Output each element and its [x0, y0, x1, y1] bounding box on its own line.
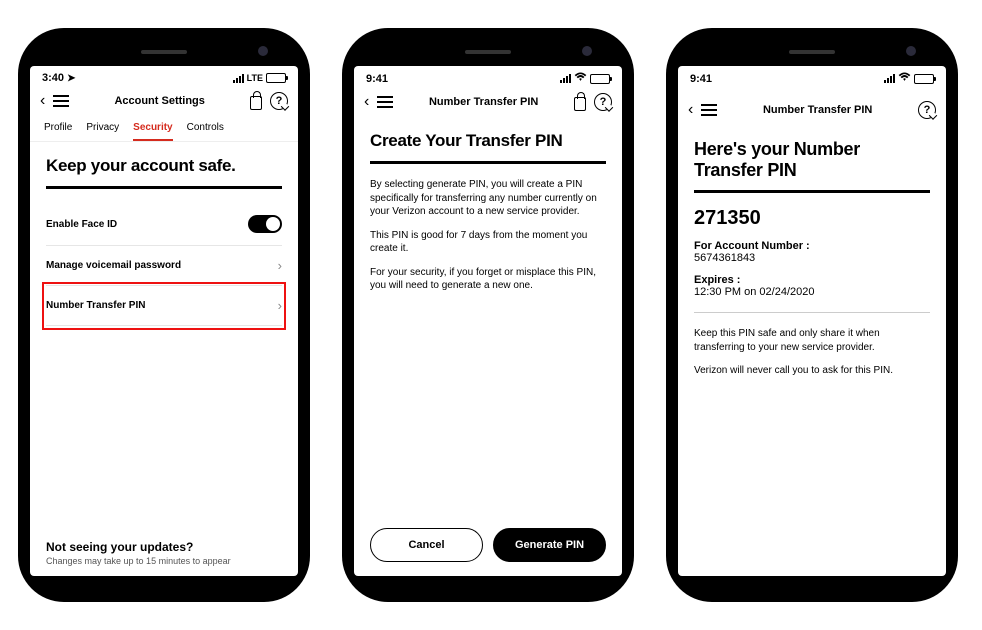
status-bar: 9:41 — [678, 66, 946, 87]
tab-security[interactable]: Security — [133, 116, 172, 141]
signal-icon — [560, 74, 571, 83]
toggle-face-id[interactable] — [248, 215, 282, 233]
content-area: Keep your account safe. Enable Face ID M… — [30, 142, 298, 576]
button-row: Cancel Generate PIN — [354, 528, 622, 576]
wifi-icon — [898, 72, 911, 85]
phone-account-settings: 3:40 ➤ LTE ‹ Account Settings ? Profile … — [20, 30, 308, 600]
status-time: 9:41 — [690, 73, 712, 85]
footer-note: Not seeing your updates? Changes may tak… — [46, 540, 282, 566]
screen: 9:41 ‹ Number Transfer PIN ? Here's your… — [678, 66, 946, 576]
footer-title: Not seeing your updates? — [46, 540, 282, 554]
generate-pin-button[interactable]: Generate PIN — [493, 528, 606, 562]
help-icon[interactable]: ? — [918, 101, 936, 119]
divider — [46, 186, 282, 189]
battery-icon — [914, 74, 934, 84]
page-title: Number Transfer PIN — [725, 104, 910, 116]
screen: 9:41 ‹ Number Transfer PIN ? Create Your… — [354, 66, 622, 576]
paragraph-3: For your security, if you forget or misp… — [370, 266, 606, 293]
screen: 3:40 ➤ LTE ‹ Account Settings ? Profile … — [30, 66, 298, 576]
tab-bar: Profile Privacy Security Controls — [30, 116, 298, 142]
heading: Here's your Number Transfer PIN — [694, 139, 930, 180]
nav-bar: ‹ Number Transfer PIN ? — [354, 87, 622, 117]
back-button[interactable]: ‹ — [688, 101, 693, 119]
row-label: Number Transfer PIN — [46, 300, 145, 311]
row-label: Enable Face ID — [46, 219, 117, 230]
help-icon[interactable]: ? — [270, 92, 288, 110]
status-time: 9:41 — [366, 73, 388, 85]
tab-profile[interactable]: Profile — [44, 116, 72, 141]
camera-dot — [582, 46, 592, 56]
content-area: Create Your Transfer PIN By selecting ge… — [354, 117, 622, 528]
expires-label: Expires : — [694, 274, 930, 286]
wifi-icon — [574, 72, 587, 85]
paragraph-1: By selecting generate PIN, you will crea… — [370, 178, 606, 219]
camera-dot — [906, 46, 916, 56]
status-bar: 9:41 — [354, 66, 622, 87]
phone-show-pin: 9:41 ‹ Number Transfer PIN ? Here's your… — [668, 30, 956, 600]
chevron-right-icon: › — [278, 258, 282, 273]
divider — [694, 190, 930, 193]
security-note-1: Keep this PIN safe and only share it whe… — [694, 327, 930, 354]
camera-dot — [258, 46, 268, 56]
nav-bar: ‹ Account Settings ? — [30, 86, 298, 116]
row-label: Manage voicemail password — [46, 260, 181, 271]
nav-bar: ‹ Number Transfer PIN ? — [678, 87, 946, 125]
signal-icon — [884, 74, 895, 83]
status-bar: 3:40 ➤ LTE — [30, 66, 298, 86]
speaker-slot — [465, 50, 511, 54]
heading: Create Your Transfer PIN — [370, 131, 606, 151]
security-note-2: Verizon will never call you to ask for t… — [694, 364, 930, 378]
divider — [370, 161, 606, 164]
lock-icon[interactable] — [250, 96, 262, 110]
menu-icon[interactable] — [53, 95, 69, 107]
transfer-pin-value: 271350 — [694, 207, 930, 230]
back-button[interactable]: ‹ — [364, 93, 369, 111]
speaker-slot — [789, 50, 835, 54]
row-voicemail[interactable]: Manage voicemail password › — [46, 246, 282, 286]
account-number-value: 5674361843 — [694, 252, 930, 264]
thin-divider — [694, 312, 930, 313]
status-time: 3:40 ➤ — [42, 72, 75, 84]
battery-icon — [590, 74, 610, 84]
row-face-id[interactable]: Enable Face ID — [46, 203, 282, 246]
account-number-label: For Account Number : — [694, 240, 930, 252]
page-title: Number Transfer PIN — [401, 96, 566, 108]
network-label: LTE — [247, 73, 263, 83]
cancel-button[interactable]: Cancel — [370, 528, 483, 562]
signal-icon — [233, 74, 244, 83]
tab-privacy[interactable]: Privacy — [86, 116, 119, 141]
back-button[interactable]: ‹ — [40, 92, 45, 110]
content-area: Here's your Number Transfer PIN 271350 F… — [678, 125, 946, 576]
location-icon: ➤ — [67, 73, 75, 84]
footer-sub: Changes may take up to 15 minutes to app… — [46, 556, 282, 566]
paragraph-2: This PIN is good for 7 days from the mom… — [370, 229, 606, 256]
phone-create-pin: 9:41 ‹ Number Transfer PIN ? Create Your… — [344, 30, 632, 600]
speaker-slot — [141, 50, 187, 54]
lock-icon[interactable] — [574, 97, 586, 111]
battery-icon — [266, 73, 286, 83]
page-title: Account Settings — [77, 95, 242, 107]
heading: Keep your account safe. — [46, 156, 282, 176]
chevron-right-icon: › — [278, 298, 282, 313]
tab-controls[interactable]: Controls — [187, 116, 224, 141]
expires-value: 12:30 PM on 02/24/2020 — [694, 286, 930, 298]
help-icon[interactable]: ? — [594, 93, 612, 111]
row-number-transfer-pin[interactable]: Number Transfer PIN › — [46, 286, 282, 326]
menu-icon[interactable] — [701, 104, 717, 116]
menu-icon[interactable] — [377, 96, 393, 108]
